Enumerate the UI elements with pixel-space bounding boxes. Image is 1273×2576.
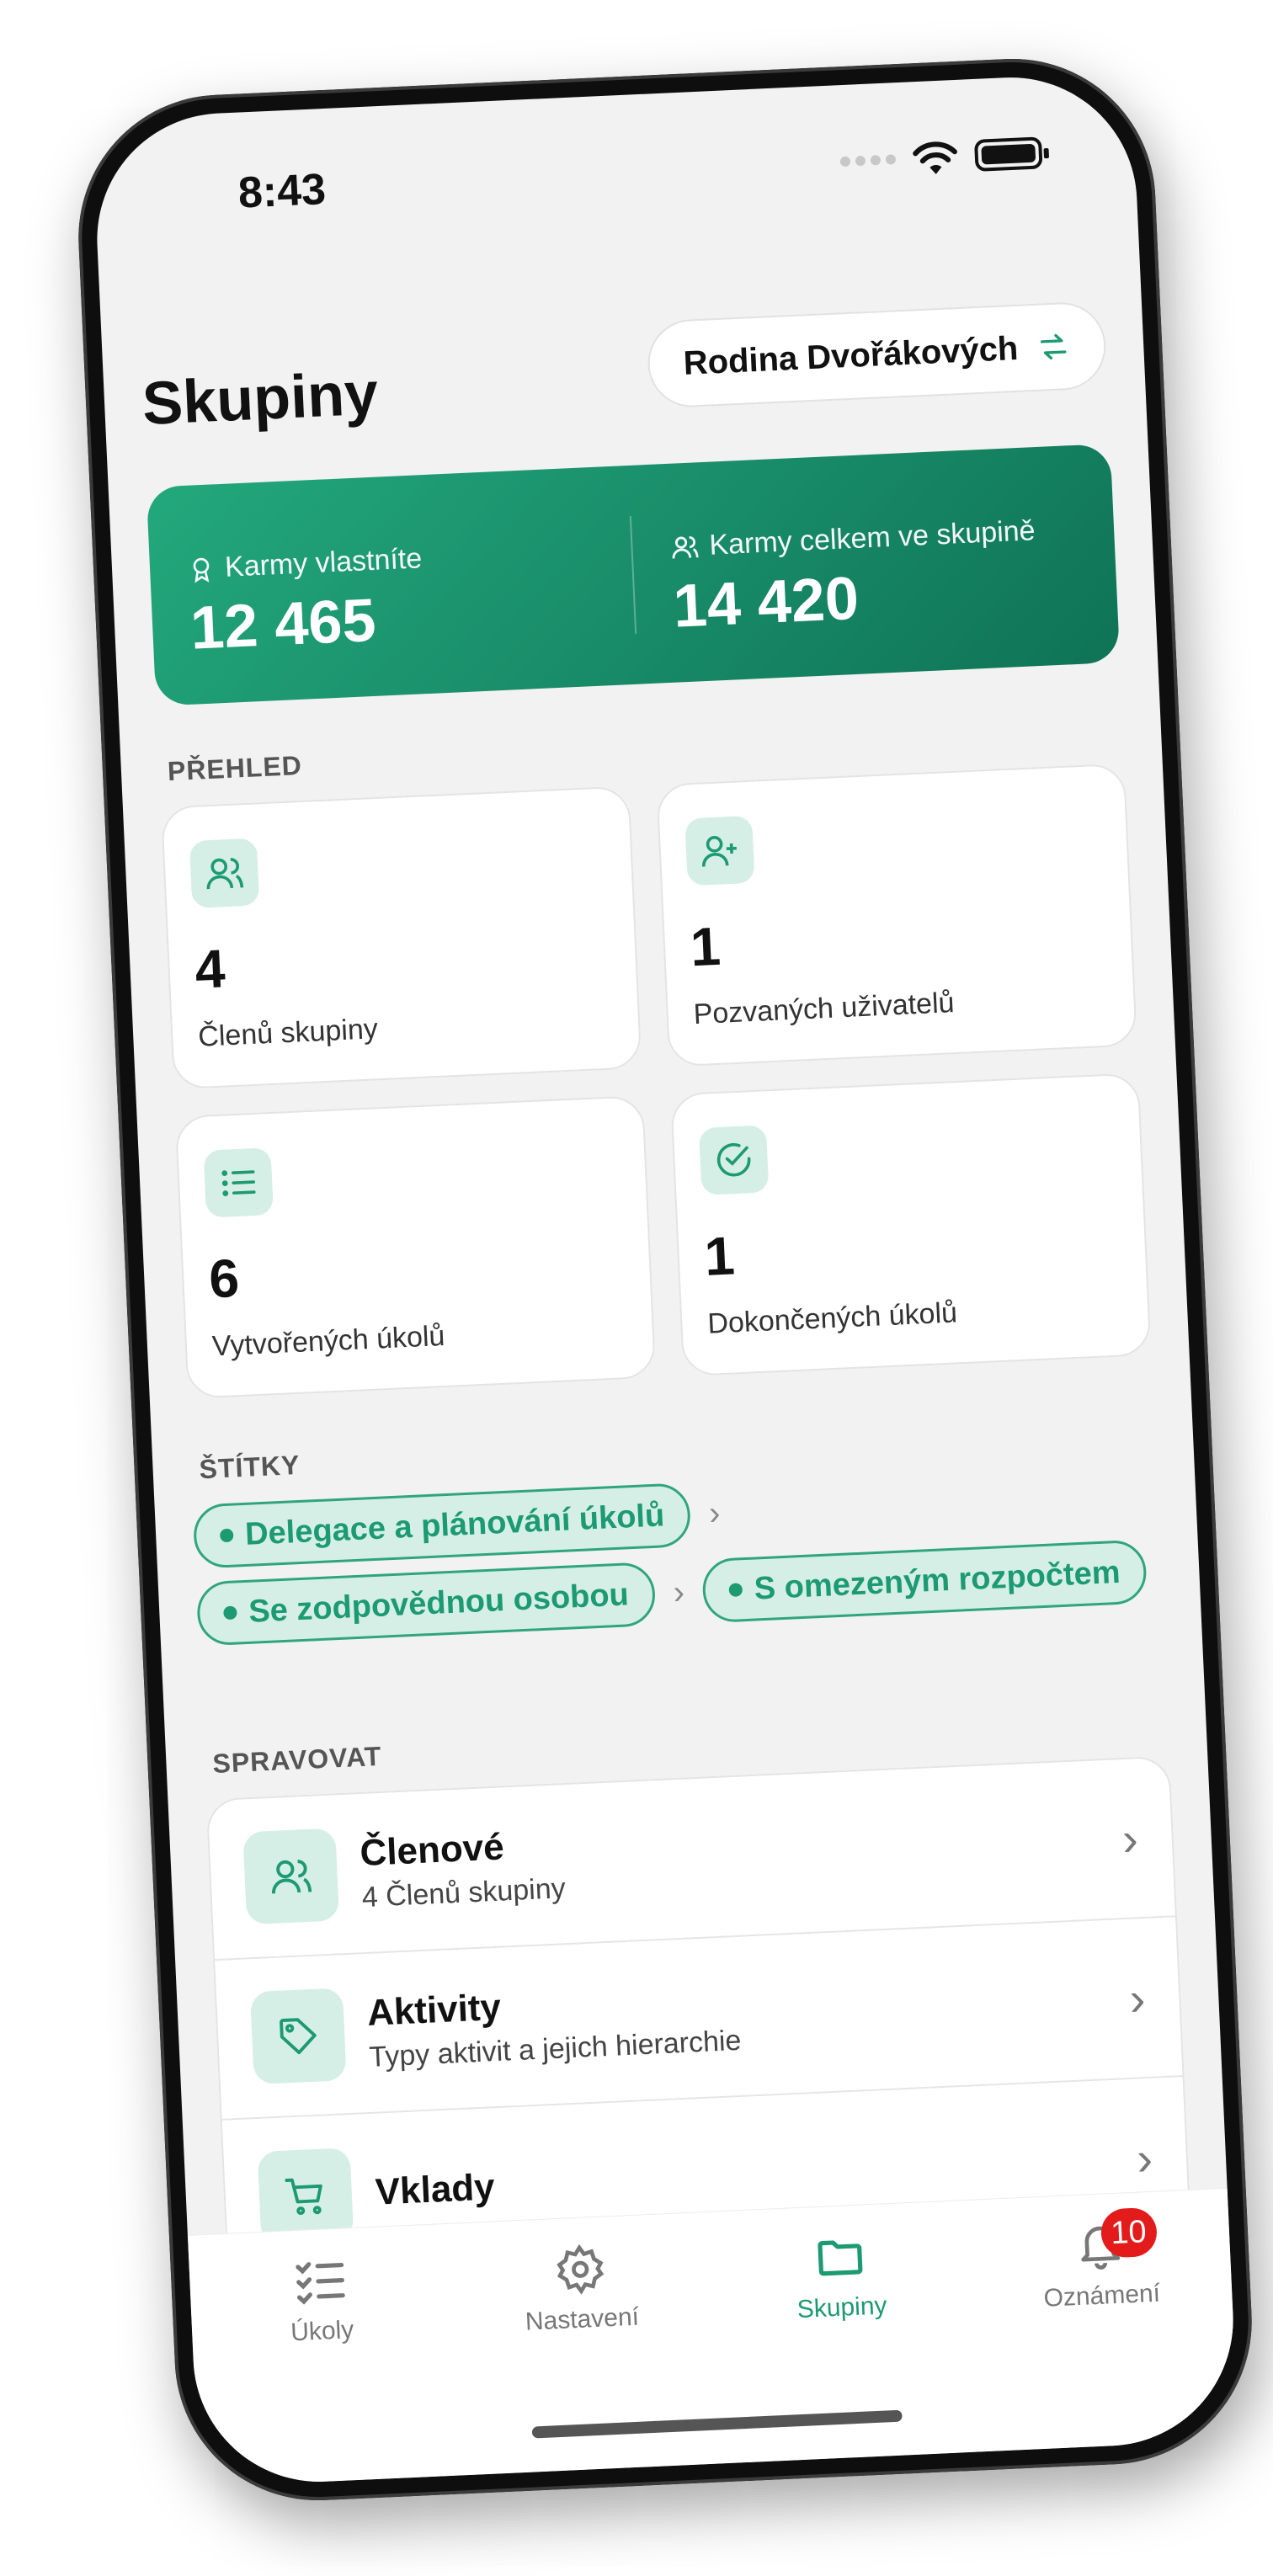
swap-arrows-icon bbox=[1040, 333, 1067, 360]
group-switch-button[interactable]: Rodina Dvořákových bbox=[646, 301, 1108, 409]
chevron-right-icon: › bbox=[1121, 1811, 1140, 1865]
phone-frame: 8:43 Skupiny Rodina Dvořákových Karmy vl… bbox=[72, 52, 1259, 2507]
check-circle-icon bbox=[716, 1142, 751, 1177]
tags-title: ŠTÍTKY bbox=[198, 1449, 301, 1485]
users-icon bbox=[672, 535, 699, 558]
karma-owned-label: Karmy vlastníte bbox=[224, 542, 423, 583]
tag-chip[interactable]: S omezeným rozpočtem bbox=[701, 1539, 1148, 1624]
tab-settings[interactable]: Nastavení bbox=[486, 2239, 681, 2474]
stat-value: 1 bbox=[703, 1225, 737, 1287]
stat-value: 1 bbox=[689, 915, 722, 978]
gear-icon bbox=[556, 2243, 604, 2295]
users-icon bbox=[271, 1860, 312, 1894]
award-icon bbox=[193, 557, 210, 583]
cart-icon bbox=[285, 2178, 322, 2216]
stat-label: Pozvaných uživatelů bbox=[692, 987, 956, 1031]
stat-value: 6 bbox=[207, 1247, 241, 1310]
stat-label: Vytvořených úkolů bbox=[211, 1319, 446, 1363]
wifi-icon bbox=[913, 141, 957, 174]
stat-card-invited[interactable]: 1 Pozvaných uživatelů bbox=[656, 763, 1137, 1067]
karma-card: Karmy vlastníte 12 465 Karmy celkem ve s… bbox=[146, 444, 1121, 706]
tag-chip[interactable]: Se zodpovědnou osobou bbox=[195, 1561, 657, 1647]
stat-label: Dokončených úkolů bbox=[706, 1296, 958, 1340]
stat-value: 4 bbox=[194, 938, 226, 1000]
page-title: Skupiny bbox=[141, 359, 380, 439]
users-icon bbox=[206, 858, 244, 890]
karma-owned: Karmy vlastníte 12 465 bbox=[146, 466, 637, 706]
user-plus-icon bbox=[701, 836, 737, 867]
app-screen: 8:43 Skupiny Rodina Dvořákových Karmy vl… bbox=[91, 72, 1239, 2488]
karma-total: Karmy celkem ve skupině 14 420 bbox=[629, 493, 1118, 641]
tasks-icon bbox=[295, 2262, 345, 2305]
cellular-signal-icon bbox=[839, 154, 897, 168]
status-time: 8:43 bbox=[237, 164, 328, 218]
stat-label: Členů skupiny bbox=[197, 1013, 379, 1053]
list-icon bbox=[221, 1170, 256, 1196]
tags-list: Delegace a plánování úkolů › Se zodpověd… bbox=[192, 1461, 1164, 1660]
tag-chip[interactable]: Delegace a plánování úkolů bbox=[192, 1482, 692, 1569]
stat-card-members[interactable]: 4 Členů skupiny bbox=[160, 785, 642, 1090]
karma-total-label: Karmy celkem ve skupině bbox=[708, 514, 1036, 562]
status-icons bbox=[839, 135, 1043, 179]
battery-icon bbox=[973, 136, 1043, 172]
karma-owned-value: 12 465 bbox=[189, 586, 378, 663]
stat-card-completed-tasks[interactable]: 1 Dokončených úkolů bbox=[670, 1072, 1152, 1377]
manage-title: SPRAVOVAT bbox=[211, 1740, 383, 1779]
chevron-right-icon: › bbox=[1135, 2131, 1154, 2185]
tab-notifications[interactable]: 10 Oznámení bbox=[1006, 2206, 1201, 2451]
overview-title: PŘEHLED bbox=[167, 749, 303, 787]
tag-icon bbox=[280, 2018, 317, 2055]
stat-card-created-tasks[interactable]: 6 Vytvořených úkolů bbox=[174, 1094, 657, 1399]
tab-bar: Úkoly Nastavení Skupiny 10 Oznámení bbox=[187, 2187, 1239, 2488]
tab-tasks[interactable]: Úkoly bbox=[226, 2251, 422, 2486]
chevron-right-icon: › bbox=[1128, 1971, 1147, 2025]
group-name: Rodina Dvořákových bbox=[682, 329, 1020, 382]
chevron-right-icon: › bbox=[672, 1573, 685, 1611]
notification-badge: 10 bbox=[1100, 2206, 1158, 2259]
folder-icon bbox=[817, 2240, 862, 2276]
chevron-right-icon: › bbox=[708, 1493, 722, 1532]
overview-stats: 4 Členů skupiny 1 Pozvaných uživatelů 6 … bbox=[160, 763, 1152, 1399]
karma-total-value: 14 420 bbox=[671, 564, 860, 641]
